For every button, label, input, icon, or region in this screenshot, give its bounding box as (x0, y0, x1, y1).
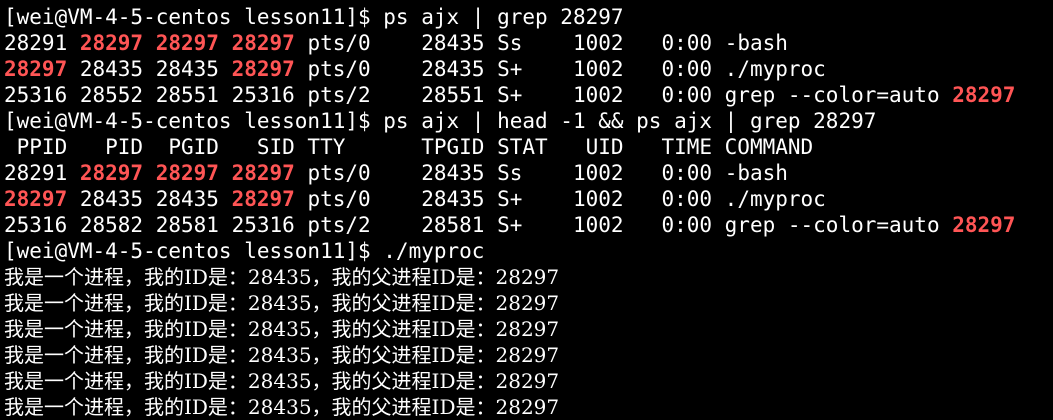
terminal-text: 我是一个进程，我的ID是：28435，我的父进程ID是：28297 (4, 265, 560, 289)
terminal-text: pts/0 28435 S+ 1002 0:00 ./myproc (294, 187, 826, 211)
terminal-line: PPID PID PGID SID TTY TPGID STAT UID TIM… (4, 134, 1053, 160)
terminal-line: 我是一个进程，我的ID是：28435，我的父进程ID是：28297 (4, 342, 1053, 368)
terminal-line: 我是一个进程，我的ID是：28435，我的父进程ID是：28297 (4, 264, 1053, 290)
terminal-text: 我是一个进程，我的ID是：28435，我的父进程ID是：28297 (4, 369, 560, 393)
highlighted-match: 28297 (79, 31, 144, 55)
terminal-text: 28291 (4, 31, 80, 55)
terminal-text: 我是一个进程，我的ID是：28435，我的父进程ID是：28297 (4, 395, 560, 419)
terminal-line: 我是一个进程，我的ID是：28435，我的父进程ID是：28297 (4, 290, 1053, 316)
terminal-window[interactable]: [wei@VM-4-5-centos lesson11]$ ps ajx | g… (0, 0, 1053, 420)
highlighted-match: 28297 (952, 213, 1016, 237)
terminal-text: PPID PID PGID SID TTY TPGID STAT UID TIM… (4, 135, 814, 159)
highlighted-match: 28297 (4, 57, 68, 81)
terminal-text: 我是一个进程，我的ID是：28435，我的父进程ID是：28297 (4, 291, 560, 315)
terminal-text: [wei@VM-4-5-centos lesson11]$ ps ajx | g… (4, 5, 624, 29)
highlighted-match: 28297 (952, 83, 1016, 107)
highlighted-match: 28297 (155, 161, 219, 185)
terminal-text: 28291 (4, 161, 80, 185)
terminal-text: 28435 28435 (67, 187, 232, 211)
highlighted-match: 28297 (231, 57, 295, 81)
highlighted-match: 28297 (155, 31, 219, 55)
highlighted-match: 28297 (231, 161, 295, 185)
terminal-text: [wei@VM-4-5-centos lesson11]$ ps ajx | h… (4, 109, 877, 133)
highlighted-match: 28297 (231, 31, 295, 55)
terminal-line: 我是一个进程，我的ID是：28435，我的父进程ID是：28297 (4, 316, 1053, 342)
terminal-line: 28297 28435 28435 28297 pts/0 28435 S+ 1… (4, 186, 1053, 212)
terminal-line: 我是一个进程，我的ID是：28435，我的父进程ID是：28297 (4, 394, 1053, 420)
terminal-text: 我是一个进程，我的ID是：28435，我的父进程ID是：28297 (4, 317, 560, 341)
terminal-line: [wei@VM-4-5-centos lesson11]$ ./myproc (4, 238, 1053, 264)
terminal-line: 25316 28552 28551 25316 pts/2 28551 S+ 1… (4, 82, 1053, 108)
highlighted-match: 28297 (79, 161, 144, 185)
terminal-line: 25316 28582 28581 25316 pts/2 28581 S+ 1… (4, 212, 1053, 238)
terminal-text: 25316 28552 28551 25316 pts/2 28551 S+ 1… (4, 83, 953, 107)
terminal-text: 28435 28435 (67, 57, 232, 81)
terminal-line: 28291 28297 28297 28297 pts/0 28435 Ss 1… (4, 30, 1053, 56)
terminal-line: [wei@VM-4-5-centos lesson11]$ ps ajx | g… (4, 4, 1053, 30)
terminal-text: pts/0 28435 Ss 1002 0:00 -bash (294, 161, 788, 185)
highlighted-match: 28297 (4, 187, 68, 211)
highlighted-match: 28297 (231, 187, 295, 211)
terminal-text: 我是一个进程，我的ID是：28435，我的父进程ID是：28297 (4, 343, 560, 367)
terminal-line: 28297 28435 28435 28297 pts/0 28435 S+ 1… (4, 56, 1053, 82)
terminal-line: [wei@VM-4-5-centos lesson11]$ ps ajx | h… (4, 108, 1053, 134)
terminal-line: 28291 28297 28297 28297 pts/0 28435 Ss 1… (4, 160, 1053, 186)
terminal-text: [wei@VM-4-5-centos lesson11]$ ./myproc (4, 239, 485, 263)
terminal-text: 25316 28582 28581 25316 pts/2 28581 S+ 1… (4, 213, 953, 237)
terminal-text: pts/0 28435 S+ 1002 0:00 ./myproc (294, 57, 826, 81)
terminal-text: pts/0 28435 Ss 1002 0:00 -bash (294, 31, 788, 55)
terminal-line: 我是一个进程，我的ID是：28435，我的父进程ID是：28297 (4, 368, 1053, 394)
